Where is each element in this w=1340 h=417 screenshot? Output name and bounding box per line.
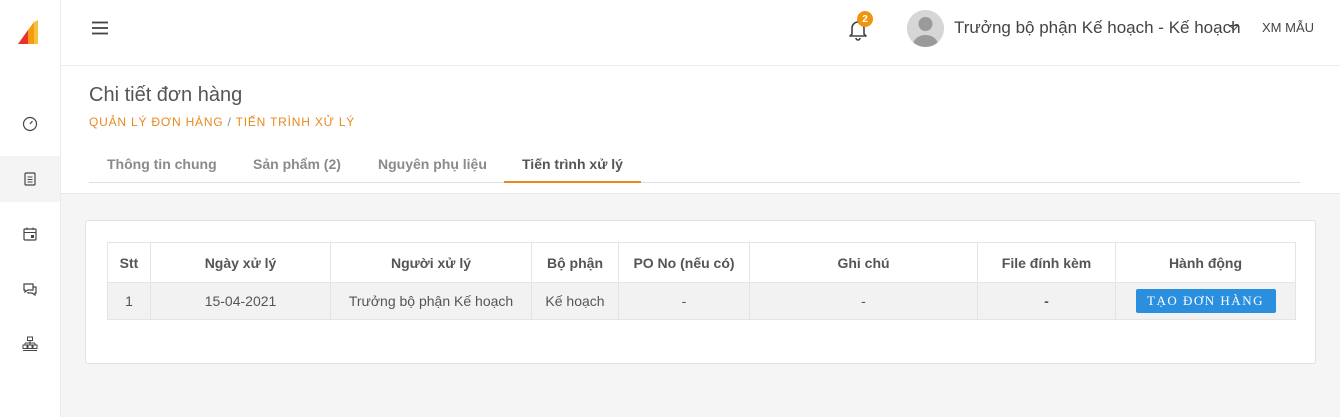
column-header: Ngày xử lý [150, 242, 331, 283]
tab-bar: Thông tin chung Sản phẩm (2) Nguyên phụ … [89, 147, 1300, 183]
tab-process[interactable]: Tiến trình xử lý [504, 147, 641, 183]
process-card: Stt Ngày xử lý Người xử lý Bộ phận PO No… [85, 220, 1316, 364]
column-header: Người xử lý [330, 242, 532, 283]
breadcrumb: QUẢN LÝ ĐƠN HÀNG / TIẾN TRÌNH XỬ LÝ [89, 115, 355, 129]
sidebar [0, 0, 61, 417]
sidebar-item-dashboard[interactable] [0, 101, 60, 147]
sidebar-item-orders[interactable] [0, 156, 60, 202]
cell-department: Kế hoạch [531, 282, 619, 320]
sidebar-item-chat[interactable] [0, 266, 60, 312]
dashboard-icon [22, 116, 38, 132]
cell-handler: Trưởng bộ phận Kế hoạch [330, 282, 532, 320]
table-header-row: Stt Ngày xử lý Người xử lý Bộ phận PO No… [107, 242, 1296, 283]
page-title: Chi tiết đơn hàng [89, 84, 243, 106]
orders-icon [24, 172, 36, 186]
tab-general-info[interactable]: Thông tin chung [89, 147, 235, 183]
column-header: Ghi chú [749, 242, 978, 283]
tab-materials[interactable]: Nguyên phụ liệu [360, 147, 505, 183]
cell-po-no: - [618, 282, 750, 320]
user-avatar-icon [907, 10, 944, 47]
column-header: Hành động [1115, 242, 1296, 283]
cell-note: - [749, 282, 978, 320]
cell-date: 15-04-2021 [150, 282, 331, 320]
user-name[interactable]: Trưởng bộ phận Kế hoạch - Kế hoạch [954, 18, 1241, 38]
cell-action: TẠO ĐƠN HÀNG [1115, 282, 1296, 320]
cell-attachment: - [977, 282, 1116, 320]
chat-icon [23, 283, 37, 297]
page-header: Chi tiết đơn hàng QUẢN LÝ ĐƠN HÀNG / TIẾN … [61, 66, 1340, 194]
column-header: Stt [107, 242, 151, 283]
breadcrumb-item-process[interactable]: TIẾN TRÌNH XỬ LÝ [236, 115, 356, 129]
sidebar-item-calendar[interactable] [0, 211, 60, 257]
sidebar-item-org-chart[interactable] [0, 321, 60, 367]
breadcrumb-item-orders[interactable]: QUẢN LÝ ĐƠN HÀNG [89, 115, 223, 129]
org-chart-icon [22, 336, 38, 351]
notification-badge: 2 [857, 11, 873, 27]
breadcrumb-separator: / [227, 115, 232, 129]
calendar-icon [23, 227, 37, 241]
top-header: 2 Trưởng bộ phận Kế hoạch - Kế hoạch XM … [61, 0, 1340, 66]
table-row: 1 15-04-2021 Trưởng bộ phận Kế hoạch Kế … [107, 282, 1296, 320]
hamburger-menu-icon[interactable] [91, 19, 109, 37]
column-header: File đính kèm [977, 242, 1116, 283]
column-header: PO No (nếu có) [618, 242, 750, 283]
create-order-button[interactable]: TẠO ĐƠN HÀNG [1135, 289, 1276, 313]
company-name[interactable]: XM MẪU [1262, 20, 1314, 35]
app-logo[interactable] [16, 20, 38, 44]
column-header: Bộ phận [531, 242, 619, 283]
chevron-down-icon[interactable] [1229, 24, 1239, 32]
tab-products[interactable]: Sản phẩm (2) [235, 147, 359, 183]
avatar[interactable] [907, 10, 944, 47]
process-table: Stt Ngày xử lý Người xử lý Bộ phận PO No… [107, 242, 1296, 320]
cell-stt: 1 [107, 282, 151, 320]
